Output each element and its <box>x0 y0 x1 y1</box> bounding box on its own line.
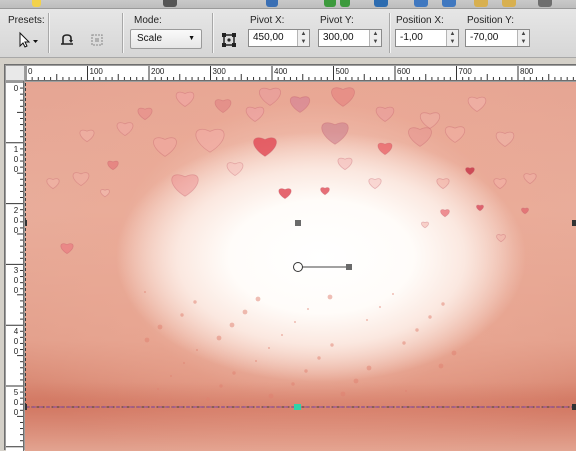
chevron-down-icon: ▼ <box>188 30 195 48</box>
ruler-label: 0 <box>13 156 19 164</box>
pivot-y-label: Pivot Y: <box>320 15 354 26</box>
ruler-label: 0 <box>13 399 19 407</box>
ruler-label: 800 <box>520 67 533 76</box>
apply-button[interactable] <box>86 29 108 51</box>
separator <box>212 13 213 53</box>
print-icon[interactable] <box>163 0 177 7</box>
tool-options-bar: Presets: Mode: Scale ▼ Pivot X: <box>0 9 576 58</box>
position-y-value: -70,00 <box>470 32 498 43</box>
ruler-label: 0 <box>13 227 19 235</box>
reset-transform-button[interactable] <box>56 29 78 51</box>
mode-value: Scale <box>137 33 162 44</box>
spin-arrows-icon[interactable]: ▲▼ <box>369 30 381 46</box>
separator <box>389 13 390 53</box>
spin-arrows-icon[interactable]: ▲▼ <box>446 30 458 46</box>
ruler-label: 500 <box>336 67 349 76</box>
ruler-label: 700 <box>459 67 472 76</box>
position-y-label: Position Y: <box>467 15 514 26</box>
spin-arrows-icon[interactable]: ▲▼ <box>297 30 309 46</box>
pivot-point[interactable] <box>294 263 303 272</box>
ruler-label: 0 <box>13 287 19 295</box>
pivot-y-value: 300,00 <box>323 32 354 43</box>
ruler-label: 0 <box>13 166 19 174</box>
zoom-out-icon[interactable] <box>502 0 516 7</box>
ruler-label: 300 <box>213 67 226 76</box>
window-icon[interactable] <box>414 0 428 7</box>
main-toolbar <box>0 0 576 9</box>
ruler-label: 600 <box>397 67 410 76</box>
left-bottom-edge-handle[interactable] <box>25 404 27 410</box>
position-y-field[interactable]: -70,00 ▲▼ <box>465 29 530 47</box>
position-x-field[interactable]: -1,00 ▲▼ <box>395 29 459 47</box>
position-x-label: Position X: <box>396 15 444 26</box>
ruler-label: 3 <box>13 267 19 275</box>
pivot-x-value: 450,00 <box>253 32 284 43</box>
new-file-icon[interactable] <box>32 0 41 7</box>
ruler-label: 400 <box>274 67 287 76</box>
transform-overlay <box>25 82 576 451</box>
rotation-handle[interactable] <box>346 264 352 270</box>
ruler-label: 0 <box>28 67 32 76</box>
horizontal-ruler[interactable]: 0 100 200 300 400 500 600 700 800 <box>25 66 576 81</box>
horizontal-ruler-ticks <box>25 66 576 80</box>
ruler-label: 0 <box>13 338 19 346</box>
pivot-icon <box>221 32 237 48</box>
ruler-label: 0 <box>13 409 19 417</box>
undo-icon[interactable] <box>324 0 336 7</box>
deformation-bounding-box <box>26 82 576 407</box>
separator <box>48 13 49 53</box>
ruler-label: 0 <box>13 348 19 356</box>
canvas-window: 0100200300400500600700800 01002003004005… <box>4 64 576 450</box>
ruler-label: 0 <box>13 217 19 225</box>
ruler-label: 1 <box>13 146 19 154</box>
ruler-corner <box>6 66 24 80</box>
presets-dropdown[interactable] <box>14 29 42 51</box>
spin-arrows-icon[interactable]: ▲▼ <box>517 30 529 46</box>
pointer-arrow-icon <box>16 31 40 49</box>
right-bottom-edge-handle[interactable] <box>572 404 576 410</box>
top-center-handle[interactable] <box>295 220 301 226</box>
export-icon[interactable] <box>442 0 456 7</box>
mode-dropdown[interactable]: Scale ▼ <box>130 29 202 49</box>
zoom-in-icon[interactable] <box>474 0 488 7</box>
help-icon[interactable] <box>374 0 388 7</box>
ruler-label: 5 <box>13 389 19 397</box>
ruler-label: 0 <box>13 85 19 93</box>
mode-label: Mode: <box>134 15 162 26</box>
ruler-label: 0 <box>13 277 19 285</box>
separator <box>122 13 123 53</box>
vertical-ruler[interactable]: 0 1 0 0 2 0 0 3 0 0 4 0 0 5 0 0 <box>6 81 24 451</box>
close-panel-icon[interactable] <box>538 0 552 7</box>
pivot-x-label: Pivot X: <box>250 15 284 26</box>
pivot-y-field[interactable]: 300,00 ▲▼ <box>318 29 382 47</box>
left-top-edge-handle[interactable] <box>25 220 27 226</box>
right-top-edge-handle[interactable] <box>572 220 576 226</box>
pivot-reset-button[interactable] <box>218 29 240 51</box>
presets-label: Presets: <box>8 15 45 26</box>
bottom-center-handle[interactable] <box>294 404 301 410</box>
ruler-label: 200 <box>151 67 164 76</box>
apply-icon <box>89 32 105 48</box>
ruler-label: 2 <box>13 207 19 215</box>
image-canvas[interactable] <box>25 82 576 451</box>
position-x-value: -1,00 <box>400 32 423 43</box>
pivot-x-field[interactable]: 450,00 ▲▼ <box>248 29 310 47</box>
ruler-label: 4 <box>13 328 19 336</box>
reset-rotate-icon <box>58 32 76 48</box>
ruler-label: 100 <box>90 67 103 76</box>
save-icon[interactable] <box>266 0 278 7</box>
redo-icon[interactable] <box>340 0 350 7</box>
